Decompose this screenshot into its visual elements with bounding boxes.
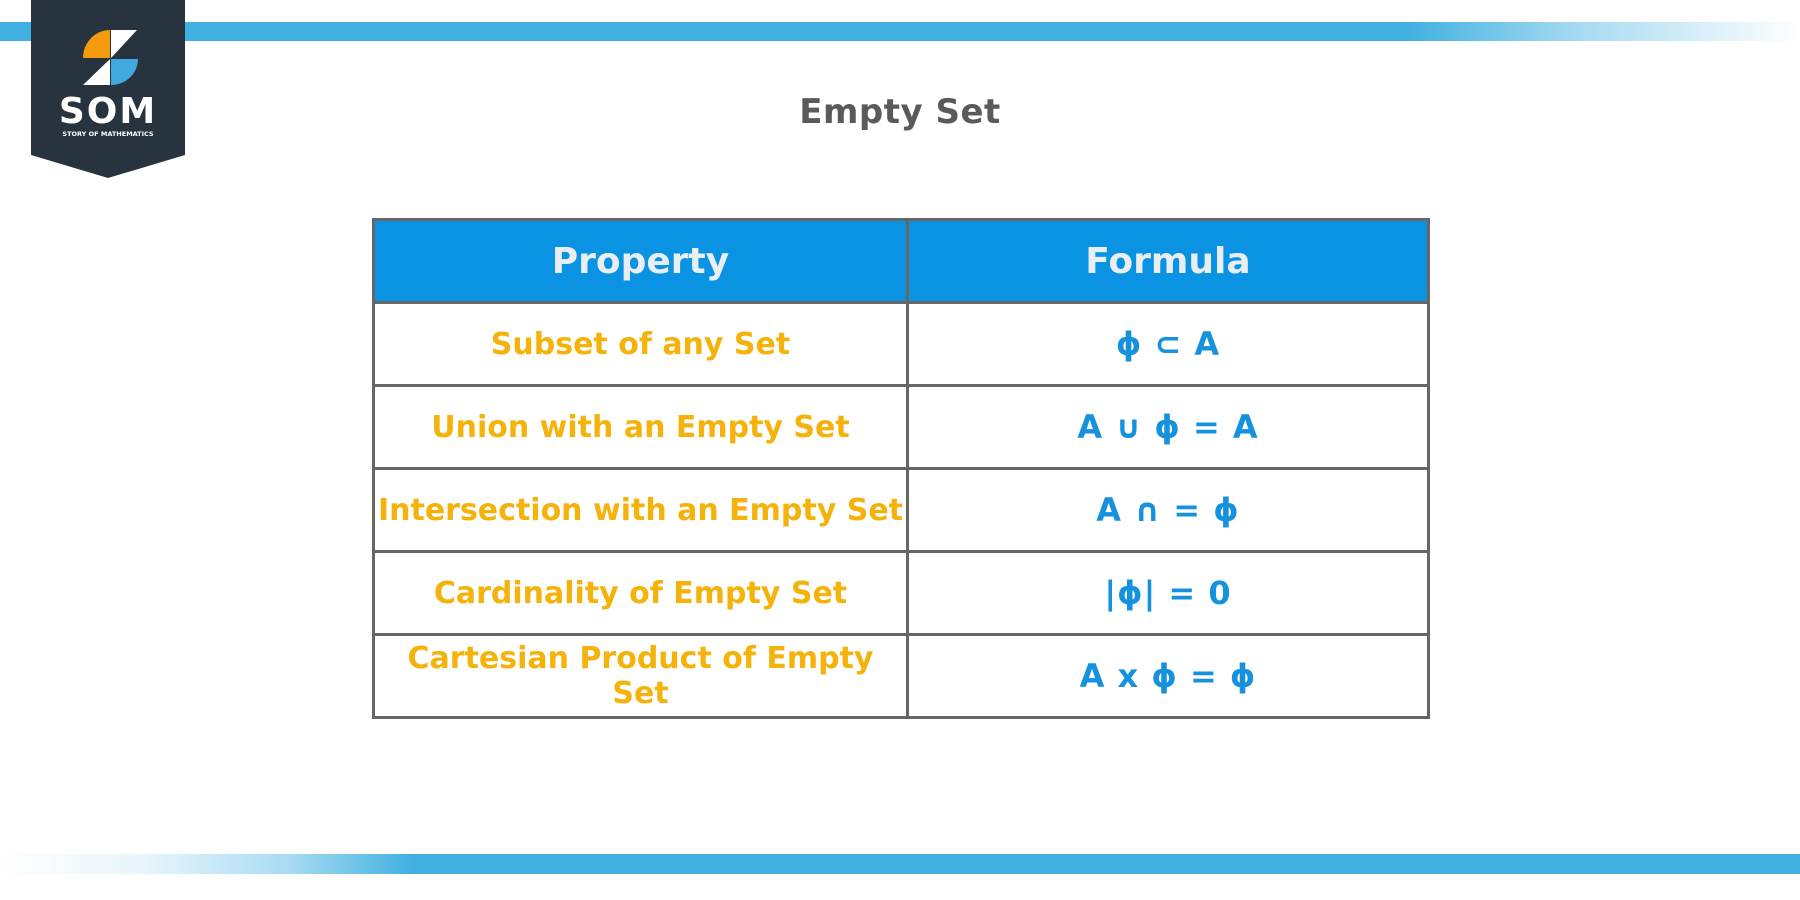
properties-table: Property Formula Subset of any Set ϕ ⊂ A… [372, 218, 1430, 719]
property-text: Subset of any Set [490, 326, 791, 362]
formula-text: A x ϕ = ϕ [1079, 657, 1257, 695]
property-cell: Intersection with an Empty Set [372, 467, 909, 553]
formula-cell: ϕ ⊂ A [906, 301, 1430, 387]
formula-cell: A x ϕ = ϕ [906, 633, 1430, 719]
property-text: Intersection with an Empty Set [377, 492, 904, 528]
property-text: Union with an Empty Set [431, 409, 850, 445]
formula-text: A ∩ = ϕ [1096, 491, 1240, 529]
formula-cell: |ϕ| = 0 [906, 550, 1430, 636]
header-property: Property [372, 218, 909, 304]
som-logo: SOM STORY OF MATHEMATICS [31, 0, 185, 178]
table-row: Union with an Empty Set A ∪ ϕ = A [372, 384, 1430, 470]
page-title: Empty Set [799, 92, 1001, 132]
top-accent-bar [0, 22, 1800, 41]
table-row: Cartesian Product of Empty Set A x ϕ = ϕ [372, 633, 1430, 719]
property-cell: Cartesian Product of Empty Set [372, 633, 909, 719]
table-row: Subset of any Set ϕ ⊂ A [372, 301, 1430, 387]
property-cell: Cardinality of Empty Set [372, 550, 909, 636]
property-cell: Subset of any Set [372, 301, 909, 387]
logo-badge [31, 0, 185, 178]
bottom-accent-bar [0, 854, 1800, 874]
formula-text: A ∪ ϕ = A [1077, 408, 1259, 446]
property-cell: Union with an Empty Set [372, 384, 909, 470]
property-text: Cartesian Product of Empty Set [407, 641, 874, 711]
formula-text: ϕ ⊂ A [1115, 325, 1221, 363]
property-text: Cardinality of Empty Set [433, 575, 848, 611]
table-row: Cardinality of Empty Set |ϕ| = 0 [372, 550, 1430, 636]
formula-cell: A ∪ ϕ = A [906, 384, 1430, 470]
header-formula: Formula [906, 218, 1430, 304]
formula-text: |ϕ| = 0 [1104, 574, 1232, 612]
table-row: Intersection with an Empty Set A ∩ = ϕ [372, 467, 1430, 553]
properties-table-container: Property Formula Subset of any Set ϕ ⊂ A… [372, 218, 1430, 719]
table-header-row: Property Formula [372, 218, 1430, 304]
formula-cell: A ∩ = ϕ [906, 467, 1430, 553]
